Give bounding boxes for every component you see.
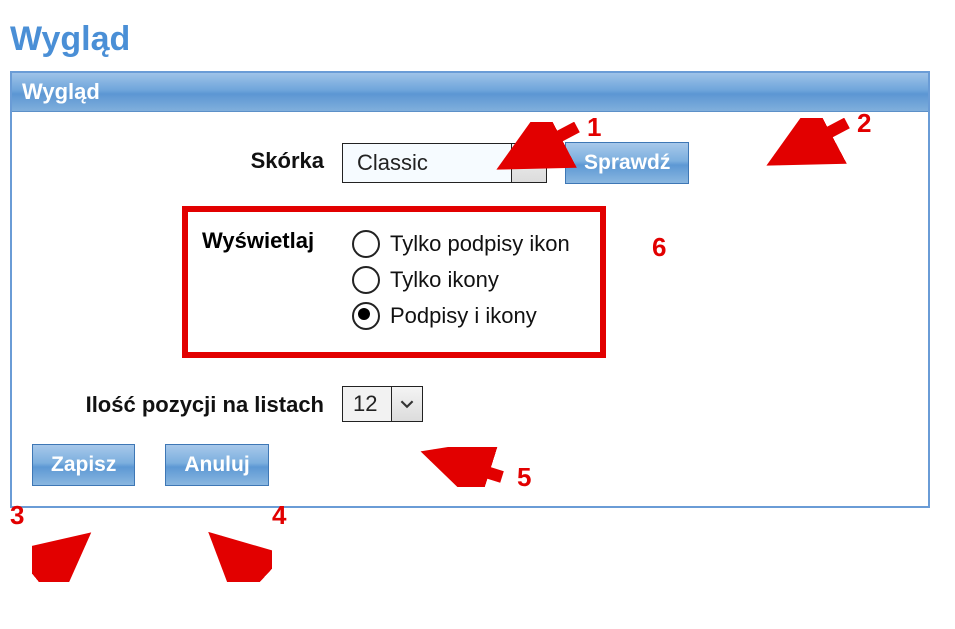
- list-count-value: 12: [343, 387, 391, 421]
- radio-icon[interactable]: [352, 230, 380, 258]
- display-option-label: Podpisy i ikony: [390, 303, 537, 329]
- display-group-box: Wyświetlaj Tylko podpisy ikon Tylko ikon…: [182, 206, 606, 358]
- label-list-count: Ilość pozycji na listach: [32, 386, 342, 418]
- label-skin: Skórka: [32, 142, 342, 174]
- panel-header: Wygląd: [12, 73, 928, 112]
- panel-body: Skórka Classic Sprawdź Wyświetlaj: [12, 112, 928, 506]
- display-option-label: Tylko ikony: [390, 267, 499, 293]
- display-option-label: Tylko podpisy ikon: [390, 231, 570, 257]
- radio-icon[interactable]: [352, 266, 380, 294]
- display-option-icons[interactable]: Tylko ikony: [352, 266, 570, 294]
- row-display: Wyświetlaj Tylko podpisy ikon Tylko ikon…: [32, 206, 908, 358]
- skin-dropdown[interactable]: Classic: [342, 143, 547, 183]
- list-count-dropdown[interactable]: 12: [342, 386, 423, 422]
- row-list-count: Ilość pozycji na listach 12: [32, 386, 908, 422]
- radio-icon[interactable]: [352, 302, 380, 330]
- chevron-down-icon[interactable]: [391, 387, 422, 421]
- display-option-captions[interactable]: Tylko podpisy ikon: [352, 230, 570, 258]
- annotation-number: 2: [857, 108, 871, 139]
- skin-dropdown-value: Classic: [343, 144, 511, 182]
- panel: Wygląd Skórka Classic Sprawdź Wyświetlaj: [10, 71, 930, 508]
- cancel-button[interactable]: Anuluj: [165, 444, 268, 486]
- row-skin: Skórka Classic Sprawdź: [32, 142, 908, 184]
- display-option-both[interactable]: Podpisy i ikony: [352, 302, 570, 330]
- annotation-number: 1: [587, 112, 601, 143]
- arrow-icon: [32, 532, 102, 582]
- chevron-down-icon[interactable]: [511, 144, 546, 182]
- action-buttons: Zapisz Anuluj: [32, 444, 908, 486]
- page-title: Wygląd: [10, 20, 945, 59]
- arrow-icon: [202, 532, 272, 582]
- save-button[interactable]: Zapisz: [32, 444, 135, 486]
- label-display: Wyświetlaj: [202, 222, 352, 338]
- check-button[interactable]: Sprawdź: [565, 142, 689, 184]
